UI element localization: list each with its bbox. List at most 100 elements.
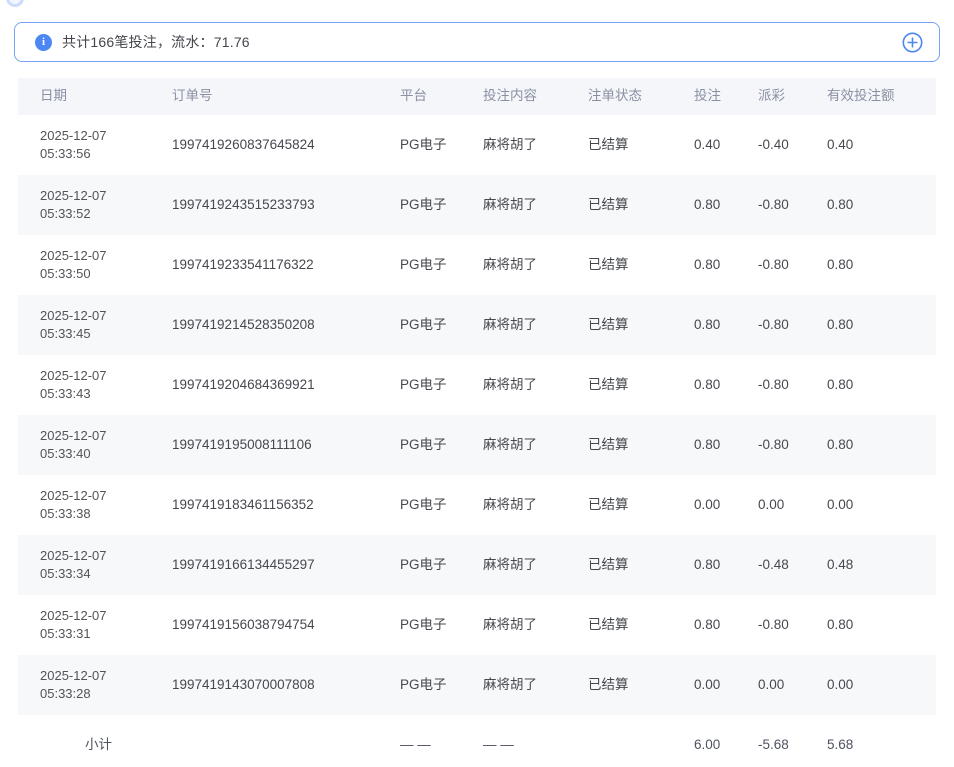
cell-payout: -0.80: [758, 256, 827, 274]
summary-bar: i 共计166笔投注，流水：71.76: [14, 22, 940, 62]
subtotal-bet: 6.00: [694, 736, 758, 754]
cell-bet: 0.80: [694, 616, 758, 634]
cell-valid-bet: 0.80: [827, 616, 936, 634]
cell-content: 麻将胡了: [483, 196, 588, 214]
cell-bet: 0.80: [694, 436, 758, 454]
cell-order-no: 1997419260837645824: [172, 136, 400, 154]
cell-status: 已结算: [588, 676, 694, 694]
column-header-payout: 派彩: [758, 87, 827, 105]
column-header-valid-bet: 有效投注额: [827, 87, 936, 105]
cell-order-no: 1997419204684369921: [172, 376, 400, 394]
cell-date: 2025-12-07 05:33:52: [18, 187, 172, 223]
cell-payout: -0.80: [758, 616, 827, 634]
subtotal-row: 小计 — — — — 6.00 -5.68 5.68: [18, 715, 936, 767]
cell-platform: PG电子: [400, 676, 483, 694]
cell-date: 2025-12-07 05:33:50: [18, 247, 172, 283]
date-text: 2025-12-07: [40, 127, 172, 145]
cell-bet: 0.80: [694, 316, 758, 334]
cell-date: 2025-12-07 05:33:38: [18, 487, 172, 523]
cell-content: 麻将胡了: [483, 436, 588, 454]
date-text: 2025-12-07: [40, 487, 172, 505]
date-text: 2025-12-07: [40, 247, 172, 265]
cell-payout: -0.40: [758, 136, 827, 154]
cell-status: 已结算: [588, 196, 694, 214]
bet-records-page: i 共计166笔投注，流水：71.76 日期 订单号 平台 投注内容 注单状态 …: [0, 0, 954, 767]
cell-order-no: 1997419166134455297: [172, 556, 400, 574]
time-text: 05:33:45: [40, 325, 172, 343]
cell-platform: PG电子: [400, 556, 483, 574]
date-text: 2025-12-07: [40, 367, 172, 385]
clipped-icon-fragment: [6, 0, 24, 7]
cell-platform: PG电子: [400, 436, 483, 454]
cell-status: 已结算: [588, 136, 694, 154]
cell-platform: PG电子: [400, 496, 483, 514]
cell-platform: PG电子: [400, 256, 483, 274]
subtotal-platform: — —: [400, 736, 483, 754]
cell-payout: -0.80: [758, 316, 827, 334]
column-header-platform: 平台: [400, 87, 483, 105]
cell-order-no: 1997419195008111106: [172, 436, 400, 454]
table-row: 2025-12-07 05:33:40 1997419195008111106 …: [18, 415, 936, 475]
cell-payout: -0.80: [758, 196, 827, 214]
summary-text: 共计166笔投注，流水：71.76: [62, 32, 250, 52]
table-row: 2025-12-07 05:33:52 1997419243515233793 …: [18, 175, 936, 235]
cell-status: 已结算: [588, 496, 694, 514]
cell-payout: 0.00: [758, 676, 827, 694]
cell-valid-bet: 0.80: [827, 256, 936, 274]
date-text: 2025-12-07: [40, 187, 172, 205]
column-header-content: 投注内容: [483, 87, 588, 105]
cell-bet: 0.80: [694, 196, 758, 214]
subtotal-valid-bet: 5.68: [827, 736, 936, 754]
cell-bet: 0.00: [694, 676, 758, 694]
cell-platform: PG电子: [400, 376, 483, 394]
date-text: 2025-12-07: [40, 547, 172, 565]
cell-valid-bet: 0.80: [827, 376, 936, 394]
time-text: 05:33:38: [40, 505, 172, 523]
cell-valid-bet: 0.48: [827, 556, 936, 574]
table-row: 2025-12-07 05:33:43 1997419204684369921 …: [18, 355, 936, 415]
cell-valid-bet: 0.80: [827, 316, 936, 334]
cell-status: 已结算: [588, 316, 694, 334]
table-body: 2025-12-07 05:33:56 1997419260837645824 …: [18, 115, 936, 715]
cell-platform: PG电子: [400, 616, 483, 634]
cell-status: 已结算: [588, 436, 694, 454]
cell-content: 麻将胡了: [483, 496, 588, 514]
time-text: 05:33:56: [40, 145, 172, 163]
subtotal-label: 小计: [18, 736, 172, 754]
cell-content: 麻将胡了: [483, 616, 588, 634]
cell-date: 2025-12-07 05:33:45: [18, 307, 172, 343]
time-text: 05:33:34: [40, 565, 172, 583]
time-text: 05:33:28: [40, 685, 172, 703]
cell-order-no: 1997419214528350208: [172, 316, 400, 334]
cell-bet: 0.80: [694, 376, 758, 394]
cell-platform: PG电子: [400, 316, 483, 334]
table-row: 2025-12-07 05:33:34 1997419166134455297 …: [18, 535, 936, 595]
cell-platform: PG电子: [400, 136, 483, 154]
cell-payout: -0.48: [758, 556, 827, 574]
circle-plus-icon[interactable]: [902, 32, 923, 53]
table-row: 2025-12-07 05:33:38 1997419183461156352 …: [18, 475, 936, 535]
cell-order-no: 1997419233541176322: [172, 256, 400, 274]
cell-order-no: 1997419243515233793: [172, 196, 400, 214]
cell-bet: 0.80: [694, 556, 758, 574]
time-text: 05:33:31: [40, 625, 172, 643]
cell-content: 麻将胡了: [483, 676, 588, 694]
table-row: 2025-12-07 05:33:31 1997419156038794754 …: [18, 595, 936, 655]
cell-status: 已结算: [588, 616, 694, 634]
cell-valid-bet: 0.00: [827, 496, 936, 514]
table-row: 2025-12-07 05:33:28 1997419143070007808 …: [18, 655, 936, 715]
subtotal-payout: -5.68: [758, 736, 827, 754]
cell-valid-bet: 0.80: [827, 436, 936, 454]
table-row: 2025-12-07 05:33:50 1997419233541176322 …: [18, 235, 936, 295]
cell-platform: PG电子: [400, 196, 483, 214]
cell-order-no: 1997419183461156352: [172, 496, 400, 514]
cell-status: 已结算: [588, 256, 694, 274]
cell-payout: -0.80: [758, 436, 827, 454]
cell-date: 2025-12-07 05:33:56: [18, 127, 172, 163]
cell-content: 麻将胡了: [483, 556, 588, 574]
cell-valid-bet: 0.80: [827, 196, 936, 214]
cell-valid-bet: 0.00: [827, 676, 936, 694]
cell-valid-bet: 0.40: [827, 136, 936, 154]
cell-payout: 0.00: [758, 496, 827, 514]
table-row: 2025-12-07 05:33:56 1997419260837645824 …: [18, 115, 936, 175]
